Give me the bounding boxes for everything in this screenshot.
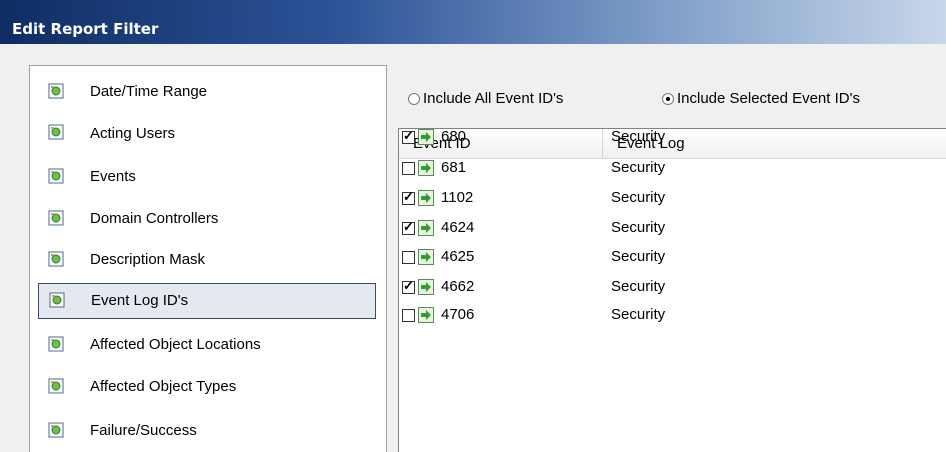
event-id-cell: 680 — [441, 128, 467, 145]
filter-page-icon — [48, 124, 64, 140]
table-row[interactable]: 681 Security — [399, 159, 946, 187]
radio-circle — [408, 93, 420, 105]
filter-page-icon — [48, 251, 64, 267]
event-id-grid: Event ID Event Log 672Security675Securit… — [398, 128, 946, 452]
row-checkbox[interactable] — [402, 162, 415, 175]
green-arrow-icon — [418, 220, 434, 236]
filter-category-list: Date/Time Range Acting Users Events Doma… — [29, 65, 387, 452]
row-checkbox[interactable] — [402, 309, 415, 322]
nav-item-label: Affected Object Types — [90, 378, 237, 395]
filter-page-icon — [48, 336, 64, 352]
table-row[interactable]: 4625 Security — [399, 248, 946, 276]
nav-item-label: Failure/Success — [90, 422, 197, 439]
filter-page-icon — [48, 422, 64, 438]
table-row[interactable]: ✓ 680 Security — [399, 128, 946, 156]
table-row[interactable]: ✓ 4624 Security — [399, 219, 946, 247]
checkmark-icon: ✓ — [403, 128, 414, 143]
event-log-cell: Security — [611, 306, 666, 323]
green-arrow-icon — [418, 307, 434, 323]
event-id-cell: 4625 — [441, 248, 475, 265]
event-log-cell: Security — [611, 219, 666, 236]
filter-page-icon — [48, 168, 64, 184]
table-row[interactable]: 4706 Security — [399, 306, 946, 334]
include-selected-label: Include Selected Event ID's — [677, 90, 860, 107]
green-arrow-icon — [418, 160, 434, 176]
nav-item-label: Acting Users — [90, 125, 176, 142]
checkmark-icon: ✓ — [403, 278, 414, 293]
event-log-cell: Security — [611, 189, 666, 206]
event-log-cell: Security — [611, 128, 666, 145]
radio-circle — [662, 93, 674, 105]
event-id-cell: 681 — [441, 159, 467, 176]
green-arrow-icon — [418, 279, 434, 295]
checkmark-icon: ✓ — [403, 189, 414, 204]
green-arrow-icon — [418, 249, 434, 265]
nav-item-label: Date/Time Range — [90, 83, 207, 100]
table-row[interactable]: ✓ 4662 Security — [399, 278, 946, 306]
nav-item-label: Description Mask — [90, 251, 206, 268]
nav-item-label: Events — [90, 168, 136, 185]
filter-page-icon — [48, 83, 64, 99]
nav-item-events[interactable]: Events — [38, 160, 376, 194]
row-checkbox[interactable] — [402, 251, 415, 264]
event-log-cell: Security — [611, 159, 666, 176]
nav-item-failure-success[interactable]: Failure/Success — [38, 414, 376, 448]
nav-item-event-log-ids[interactable]: Event Log ID's — [38, 283, 376, 319]
event-log-cell: Security — [611, 248, 666, 265]
radio-selected-dot — [666, 97, 670, 101]
nav-item-description-mask[interactable]: Description Mask — [38, 243, 376, 277]
event-id-cell: 4624 — [441, 219, 475, 236]
nav-item-date-time-range[interactable]: Date/Time Range — [38, 75, 376, 109]
include-all-label: Include All Event ID's — [423, 90, 564, 107]
event-id-cell: 4662 — [441, 278, 475, 295]
event-id-cell: 4706 — [441, 306, 475, 323]
checkmark-icon: ✓ — [403, 219, 414, 234]
nav-item-domain-controllers[interactable]: Domain Controllers — [38, 202, 376, 236]
row-checkbox[interactable]: ✓ — [402, 278, 415, 294]
filter-page-icon — [49, 292, 65, 308]
filter-page-icon — [48, 378, 64, 394]
row-checkbox[interactable]: ✓ — [402, 128, 415, 144]
filter-page-icon — [48, 210, 64, 226]
nav-item-affected-object-types[interactable]: Affected Object Types — [38, 370, 376, 404]
table-row[interactable]: ✓ 1102 Security — [399, 189, 946, 217]
green-arrow-icon — [418, 190, 434, 206]
nav-item-acting-users[interactable]: Acting Users — [38, 116, 376, 150]
window-title: Edit Report Filter — [12, 20, 159, 38]
event-id-cell: 1102 — [441, 189, 474, 206]
window-titlebar: Edit Report Filter — [0, 0, 946, 44]
nav-item-affected-object-locations[interactable]: Affected Object Locations — [38, 328, 376, 362]
event-log-cell: Security — [611, 278, 666, 295]
nav-item-label: Affected Object Locations — [90, 336, 261, 353]
nav-item-label: Domain Controllers — [90, 210, 219, 227]
nav-item-label: Event Log ID's — [91, 292, 189, 309]
row-checkbox[interactable]: ✓ — [402, 189, 415, 205]
row-checkbox[interactable]: ✓ — [402, 219, 415, 235]
green-arrow-icon — [418, 129, 434, 145]
